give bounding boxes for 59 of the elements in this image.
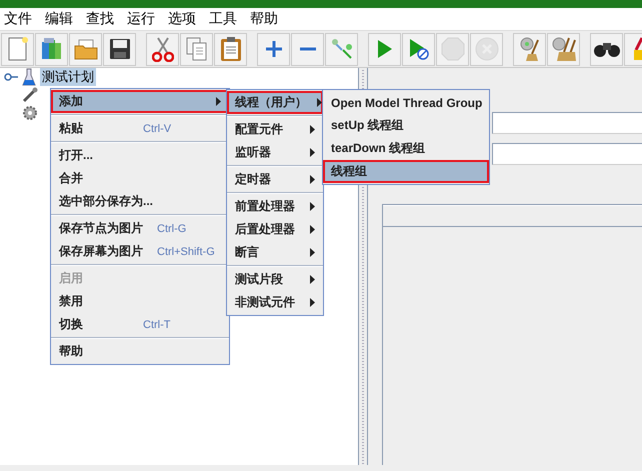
menu-item[interactable]: 保存节点为图片 Ctrl-G: [51, 217, 229, 240]
menu-item[interactable]: 断言: [227, 241, 323, 264]
menu-item[interactable]: 选中部分保存为...: [51, 190, 229, 213]
menu-item[interactable]: setUp 线程组: [323, 114, 489, 137]
menu-item[interactable]: 编辑: [45, 10, 73, 28]
menu-item[interactable]: 帮助: [250, 10, 278, 28]
play-icon: [376, 39, 392, 59]
gear-icon: [22, 105, 38, 121]
stop-sign-icon: [440, 37, 464, 61]
folder-icon: [74, 38, 98, 60]
shortcut-label: Ctrl+Shift-G: [156, 246, 216, 258]
toggle-icon: [330, 38, 352, 60]
wrench-icon: [22, 87, 38, 103]
clipboard-icon: [220, 36, 242, 62]
menu-item[interactable]: 打开...: [51, 144, 229, 167]
copy-icon: [186, 37, 208, 61]
menu-item[interactable]: 选项: [168, 10, 196, 28]
menu-item[interactable]: 查找: [86, 10, 114, 28]
expand-handle-icon[interactable]: [4, 72, 18, 82]
gear-brooms-icon: [550, 36, 576, 62]
scissors-icon: [152, 36, 174, 62]
flask-icon: [22, 68, 36, 86]
play-icon: [408, 38, 428, 60]
menu-item[interactable]: 配置元件: [227, 118, 323, 141]
menu-item[interactable]: 合并: [51, 167, 229, 190]
menu-item[interactable]: 工具: [209, 10, 237, 28]
close-icon: [474, 37, 498, 61]
menu-item[interactable]: 定时器: [227, 168, 323, 191]
minus-icon: [298, 46, 316, 52]
menu-item[interactable]: 文件: [4, 10, 32, 28]
menu-item[interactable]: 后置处理器: [227, 218, 323, 241]
toolbar-button[interactable]: [103, 32, 136, 66]
shortcut-label: Ctrl-V: [142, 122, 172, 134]
menu-item[interactable]: 线程（用户）: [227, 91, 323, 114]
menu-item[interactable]: 非测试元件: [227, 291, 323, 314]
menu-item[interactable]: Open Model Thread Group: [323, 91, 489, 114]
books-icon: [40, 37, 64, 61]
tree-node-label[interactable]: 测试计划: [40, 68, 96, 86]
menu-item[interactable]: 禁用: [51, 290, 229, 313]
binoculars-icon: [594, 40, 620, 58]
menu-item[interactable]: 线程组: [323, 160, 489, 183]
text-field[interactable]: [492, 112, 642, 134]
new-file-icon: [6, 37, 28, 61]
plus-icon: [264, 40, 282, 58]
menu-item[interactable]: 帮助: [51, 340, 229, 363]
menu-item[interactable]: 添加: [51, 90, 229, 113]
menu-item[interactable]: 测试片段: [227, 268, 323, 291]
menu-item[interactable]: 切换 Ctrl-T: [51, 313, 229, 336]
gear-broom-icon: [518, 36, 542, 62]
menu-item[interactable]: 前置处理器: [227, 195, 323, 218]
shortcut-label: Ctrl-T: [142, 318, 172, 330]
toolbar-button[interactable]: [590, 32, 623, 66]
menu-item[interactable]: 保存屏幕为图片 Ctrl+Shift-G: [51, 240, 229, 263]
menu-item[interactable]: 粘贴 Ctrl-V: [51, 117, 229, 140]
menu-item[interactable]: tearDown 线程组: [323, 137, 489, 160]
shortcut-label: Ctrl-G: [156, 222, 188, 234]
text-field[interactable]: [492, 143, 642, 165]
menu-item[interactable]: 运行: [127, 10, 155, 28]
menu-item[interactable]: 监听器: [227, 141, 323, 164]
